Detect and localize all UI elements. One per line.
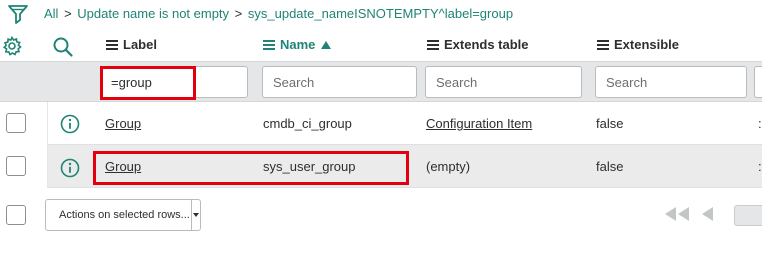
row-overflow-cell: : xyxy=(758,159,762,174)
breadcrumb-separator: > xyxy=(234,6,243,21)
row-extensible: false xyxy=(596,159,624,174)
table-row: Group cmdb_ci_group Configuration Item f… xyxy=(0,102,762,145)
row-extensible: false xyxy=(596,116,624,131)
column-menu-icon[interactable] xyxy=(106,39,118,50)
breadcrumb-condition-2[interactable]: sys_update_nameISNOTEMPTY^label=group xyxy=(248,6,513,21)
column-header-name-text: Name xyxy=(280,37,316,52)
breadcrumb-separator: > xyxy=(64,6,72,21)
row-checkbox[interactable] xyxy=(6,156,26,176)
page-number-input[interactable] xyxy=(734,205,762,226)
sort-ascending-icon xyxy=(321,40,332,49)
row-checkbox[interactable] xyxy=(6,113,26,133)
gear-icon[interactable] xyxy=(2,36,22,56)
breadcrumb-condition-1[interactable]: Update name is not empty xyxy=(77,6,229,21)
breadcrumb: All > Update name is not empty > sys_upd… xyxy=(44,6,513,21)
highlight-box xyxy=(100,66,196,100)
column-header-extends-table[interactable]: Extends table xyxy=(427,37,529,52)
extensible-search-input[interactable]: Search xyxy=(595,66,747,98)
previous-page-icon[interactable] xyxy=(701,207,715,221)
info-icon[interactable] xyxy=(60,114,80,134)
column-menu-icon[interactable] xyxy=(427,39,439,50)
extends-table-search-input[interactable]: Search xyxy=(425,66,582,98)
filter-icon[interactable] xyxy=(7,3,29,25)
search-icon[interactable] xyxy=(52,36,74,58)
column-menu-icon[interactable] xyxy=(597,39,609,50)
name-search-input[interactable]: Search xyxy=(262,66,417,98)
row-select-cell xyxy=(0,102,48,145)
column-header-extensible-text: Extensible xyxy=(614,37,680,52)
breadcrumb-all[interactable]: All xyxy=(44,6,58,21)
column-header-extensible[interactable]: Extensible xyxy=(597,37,679,52)
column-header-label[interactable]: Label xyxy=(106,37,157,52)
row-overflow-cell: : xyxy=(758,116,762,131)
next-search-input[interactable] xyxy=(754,66,762,98)
row-select-cell xyxy=(0,145,48,188)
column-menu-icon[interactable] xyxy=(263,39,275,50)
actions-dropdown-label: Actions on selected rows... xyxy=(59,209,190,221)
chevron-down-icon xyxy=(191,200,200,230)
highlight-box xyxy=(93,151,409,185)
info-icon[interactable] xyxy=(60,158,80,178)
row-label-link[interactable]: Group xyxy=(105,116,141,131)
column-header-label-text: Label xyxy=(123,37,157,52)
breadcrumb-bar: All > Update name is not empty > sys_upd… xyxy=(0,0,762,30)
row-extends: (empty) xyxy=(426,159,471,174)
first-page-icon[interactable] xyxy=(664,207,690,221)
row-extends-link[interactable]: Configuration Item xyxy=(426,116,532,131)
column-header-name[interactable]: Name xyxy=(263,37,332,52)
column-header-extends-table-text: Extends table xyxy=(444,37,529,52)
row-name: cmdb_ci_group xyxy=(263,116,352,131)
select-all-checkbox[interactable] xyxy=(6,205,26,225)
actions-dropdown[interactable]: Actions on selected rows... xyxy=(45,199,201,231)
